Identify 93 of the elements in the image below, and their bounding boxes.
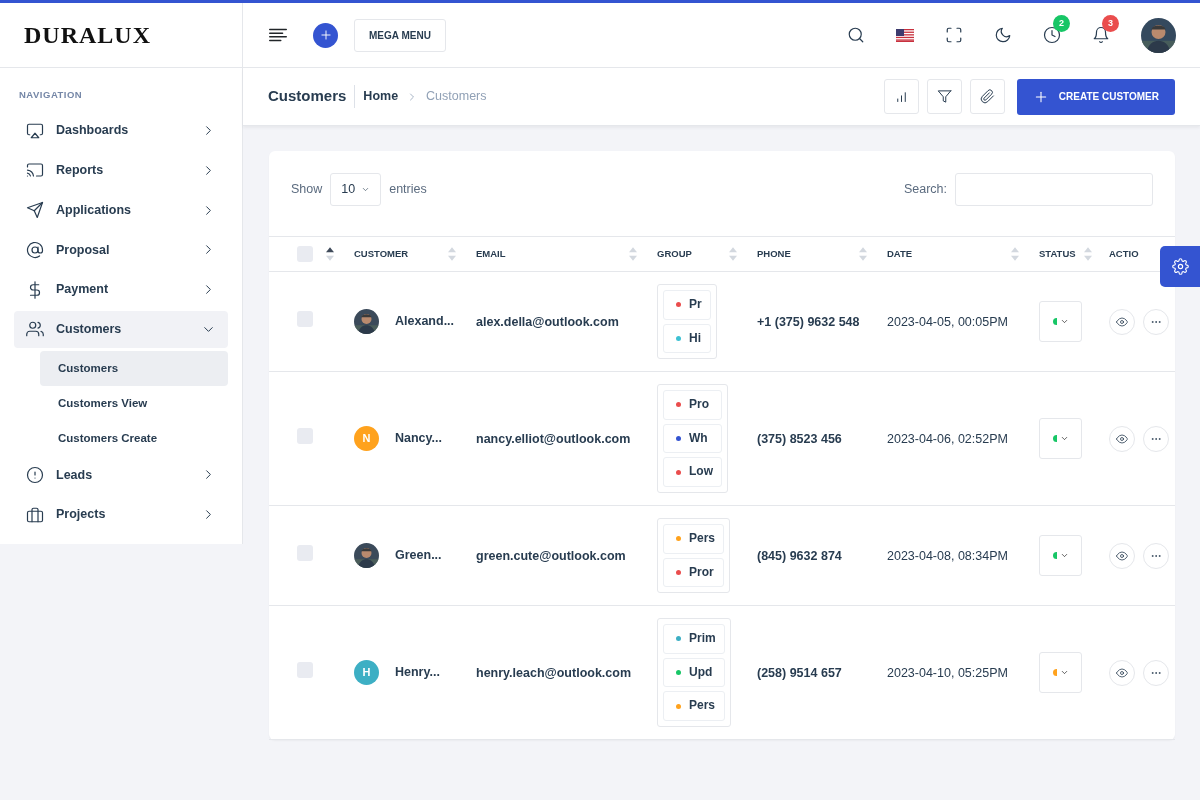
email-text: henry.leach@outlook.com [476, 665, 632, 680]
create-customer-button[interactable]: CREATE CUSTOMER [1016, 78, 1175, 115]
column-header[interactable]: GROUP [657, 246, 692, 262]
status-select[interactable] [1039, 418, 1082, 460]
email-text: nancy.elliot@outlook.com [476, 431, 631, 446]
sidebar-item[interactable]: Customers [14, 311, 228, 348]
sidebar-item[interactable]: Projects [14, 496, 228, 533]
email-text: alex.della@outlook.com [476, 314, 619, 329]
filter-icon [936, 88, 952, 104]
group-tag: Hi [689, 330, 701, 347]
sidebar-item[interactable]: Reports [14, 152, 228, 189]
status-select[interactable] [1039, 535, 1082, 577]
email-text: green.cute@outlook.com [476, 548, 626, 563]
count-badge: 3 [1102, 15, 1119, 32]
submenu-item[interactable]: Customers [40, 350, 228, 386]
view-button[interactable] [1109, 542, 1135, 569]
column-header[interactable]: EMAIL [476, 246, 506, 262]
submenu-item[interactable]: Customers View [40, 386, 228, 422]
page-size-select[interactable]: 10 [330, 173, 382, 206]
submenu-item[interactable]: Customers Create [40, 421, 228, 457]
eye-icon [1116, 315, 1128, 328]
send-icon [26, 201, 44, 220]
date-text: 2023-04-06, 02:52PM [887, 431, 1008, 446]
search-label: Search: [903, 181, 947, 199]
customer-name[interactable]: Alexand... [395, 312, 455, 331]
section-caption: NAVIGATION [18, 88, 84, 102]
phone-text: (845) 9632 874 [757, 548, 842, 563]
status-select[interactable] [1039, 301, 1082, 343]
breadcrumb-link[interactable]: Home [363, 87, 399, 106]
monitor-icon [26, 121, 44, 140]
fullscreen-icon[interactable] [945, 26, 963, 44]
group-tag: Pro [689, 397, 709, 413]
customer-name[interactable]: Green... [395, 546, 442, 565]
flag-icon[interactable] [896, 28, 914, 42]
phone-text: (375) 8523 456 [757, 431, 842, 446]
chart-button[interactable] [883, 78, 919, 114]
users-icon [26, 320, 44, 339]
sidebar-item[interactable]: Proposal [14, 231, 228, 269]
date-text: 2023-04-08, 08:34PM [887, 548, 1008, 563]
attach-button[interactable] [969, 78, 1005, 114]
add-button[interactable] [313, 22, 338, 48]
settings-icon [1171, 258, 1189, 275]
initial-avatar: N [354, 426, 379, 452]
sidebar-item[interactable]: Payment [14, 271, 228, 308]
plus-icon [318, 28, 333, 42]
chevron-down-icon [361, 185, 371, 194]
more-button[interactable] [1143, 425, 1169, 452]
status-select[interactable] [1039, 652, 1082, 694]
mega-menu-button[interactable]: MEGA MENU [354, 18, 446, 52]
entries-label: entries [389, 181, 427, 199]
group-tag: Wh [689, 430, 708, 447]
settings-button[interactable] [1160, 246, 1200, 287]
eye-icon [1116, 666, 1128, 679]
eye-icon [1116, 549, 1128, 562]
filter-button[interactable] [926, 78, 962, 114]
cast-icon [26, 161, 44, 180]
column-header[interactable]: DATE [887, 246, 913, 262]
sidebar-item[interactable]: Leads [14, 456, 228, 494]
view-button[interactable] [1109, 659, 1135, 686]
user-avatar[interactable] [1141, 17, 1176, 53]
sort-icon[interactable] [326, 247, 334, 261]
more-button[interactable] [1143, 659, 1169, 686]
search-icon[interactable] [847, 26, 865, 44]
group-tag: Pr [689, 297, 702, 313]
bell-icon[interactable] [1092, 26, 1110, 44]
alert-icon [26, 465, 44, 484]
count-badge: 2 [1053, 15, 1070, 32]
sidebar-item[interactable]: Dashboards [14, 112, 228, 149]
initial-avatar: H [354, 660, 379, 686]
more-button[interactable] [1143, 308, 1169, 335]
at-sign-icon [26, 240, 44, 259]
date-text: 2023-04-10, 05:25PM [887, 665, 1008, 680]
briefcase-icon [26, 505, 44, 524]
customer-name[interactable]: Nancy... [395, 429, 442, 448]
column-header[interactable]: ACTIO [1109, 246, 1139, 262]
phone-text: +1 (375) 9632 548 [757, 314, 860, 329]
page-title: Customers [268, 85, 356, 108]
date-text: 2023-04-05, 00:05PM [887, 314, 1008, 329]
column-header[interactable]: PHONE [757, 246, 791, 262]
phone-text: (258) 9514 657 [757, 665, 842, 680]
paperclip-icon [979, 88, 995, 104]
sidebar-item[interactable]: Applications [14, 191, 228, 229]
view-button[interactable] [1109, 308, 1135, 335]
column-header[interactable]: CUSTOMER [354, 246, 409, 262]
more-button[interactable] [1143, 542, 1169, 569]
eye-icon [1116, 432, 1128, 445]
search-field[interactable] [955, 173, 1153, 206]
moon-icon[interactable] [994, 26, 1012, 44]
clock-icon[interactable] [1043, 26, 1061, 44]
column-header[interactable]: STATUS [1039, 246, 1076, 262]
show-label: Show [291, 181, 323, 199]
customer-name[interactable]: Henry... [395, 663, 440, 682]
view-button[interactable] [1109, 425, 1135, 452]
